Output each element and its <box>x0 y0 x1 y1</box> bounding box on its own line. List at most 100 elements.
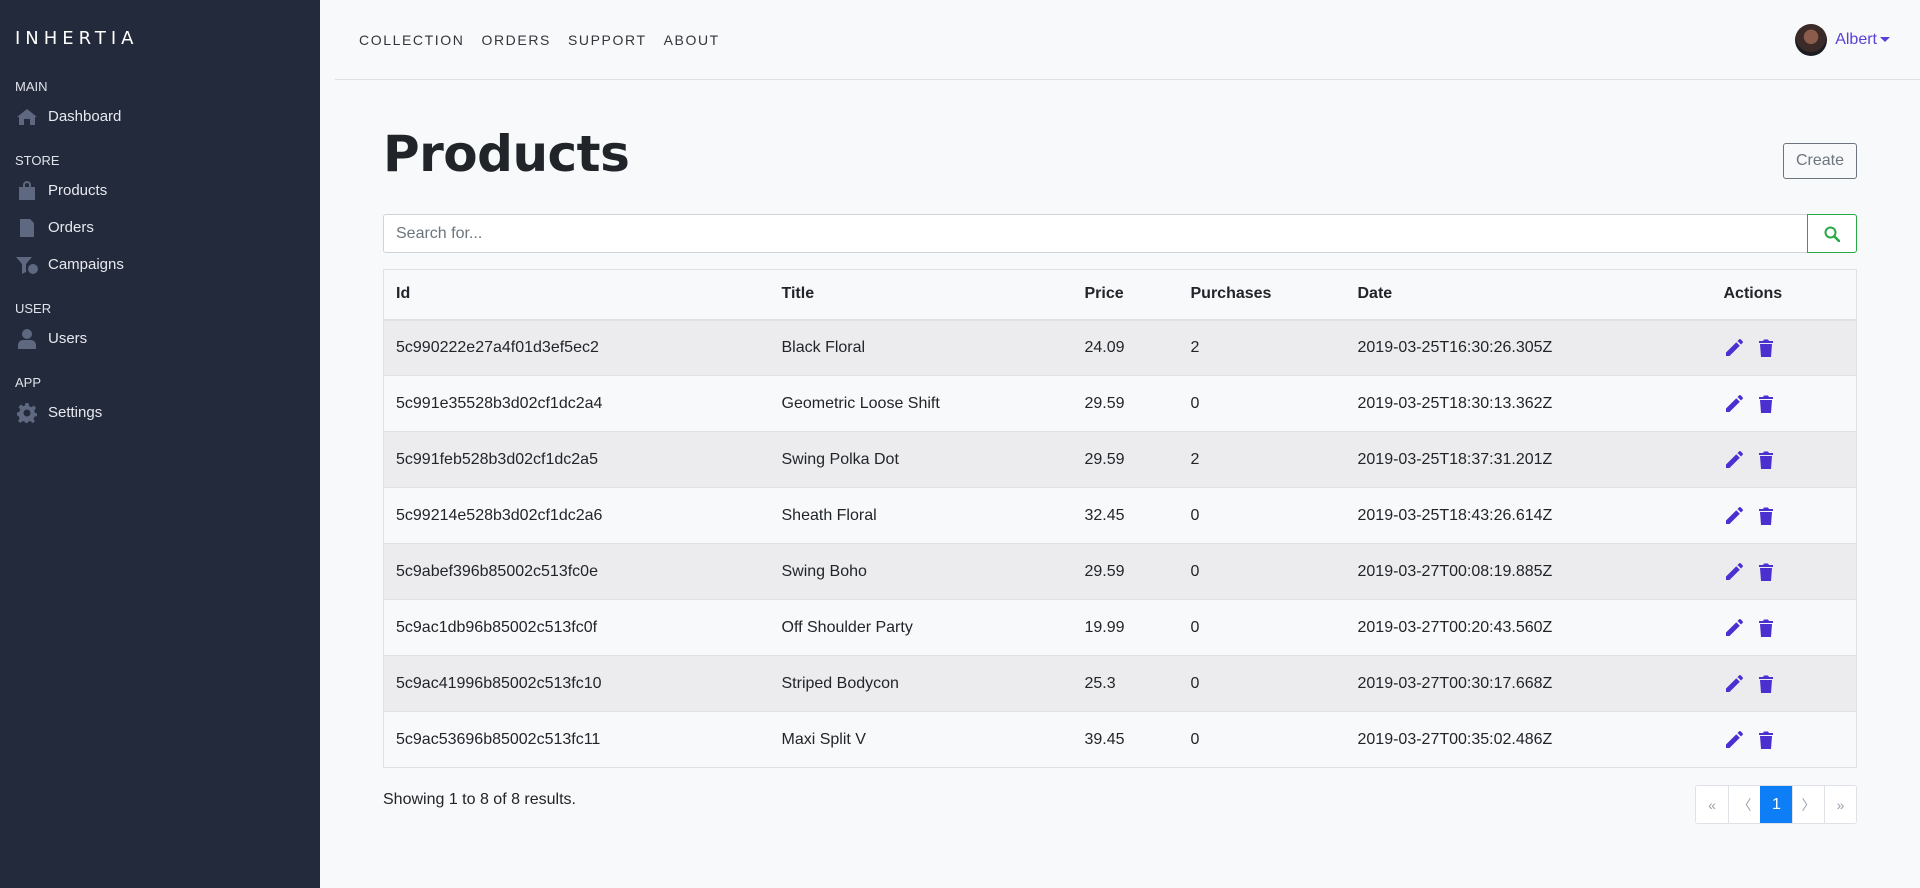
search-input[interactable] <box>383 214 1807 253</box>
trash-icon[interactable] <box>1758 338 1774 358</box>
create-button[interactable]: Create <box>1782 143 1857 179</box>
cell-price: 29.59 <box>1072 543 1179 600</box>
sidebar-item-campaigns[interactable]: Campaigns <box>0 246 320 283</box>
edit-icon[interactable] <box>1724 618 1744 638</box>
sidebar-item-dashboard[interactable]: Dashboard <box>0 98 320 135</box>
trash-icon[interactable] <box>1758 618 1774 638</box>
table-body: 5c990222e27a4f01d3ef5ec2 Black Floral 24.0… <box>383 319 1857 768</box>
sidebar-item-label: Campaigns <box>48 256 124 273</box>
trash-icon[interactable] <box>1758 730 1774 750</box>
table-row[interactable]: 5c9ac41996b85002c513fc10 Striped Bodycon 2… <box>383 655 1857 712</box>
row-actions <box>1724 562 1845 582</box>
trash-icon[interactable] <box>1758 506 1774 526</box>
nav-link-about[interactable]: ABOUT <box>664 32 720 48</box>
nav-section-main: MAIN Dashboard <box>0 79 320 135</box>
home-icon <box>15 106 39 128</box>
column-header-actions: Actions <box>1711 269 1857 321</box>
cell-purchases: 2 <box>1178 431 1346 488</box>
user-icon <box>15 328 39 350</box>
nav-link-collection[interactable]: COLLECTION <box>359 32 464 48</box>
table-row[interactable]: 5c9ac53696b85002c513fc11 Maxi Split V 39.4… <box>383 711 1857 768</box>
shopping-bag-icon <box>15 180 39 202</box>
sidebar-item-products[interactable]: Products <box>0 172 320 209</box>
user-menu[interactable]: Albert <box>1795 23 1890 56</box>
sidebar-item-label: Settings <box>48 404 103 421</box>
page-first-button[interactable]: « <box>1696 786 1728 823</box>
edit-icon[interactable] <box>1724 506 1744 526</box>
cell-title: Swing Boho <box>769 543 1073 600</box>
nav-heading-main: MAIN <box>15 79 48 94</box>
column-header-title[interactable]: Title <box>769 269 1073 321</box>
table-row[interactable]: 5c99214e528b3d02cf1dc2a6 Sheath Floral 32.… <box>383 487 1857 544</box>
top-navbar: COLLECTION ORDERS SUPPORT ABOUT Albert <box>335 0 1920 80</box>
cell-title: Geometric Loose Shift <box>769 375 1073 432</box>
page-prev-button[interactable]: 〈 <box>1728 786 1760 823</box>
trash-icon[interactable] <box>1758 394 1774 414</box>
cell-id: 5c991e35528b3d02cf1dc2a4 <box>383 375 770 432</box>
table-row[interactable]: 5c9ac1db96b85002c513fc0f Off Shoulder Par… <box>383 599 1857 656</box>
page-current-button[interactable]: 1 <box>1760 786 1792 823</box>
trash-icon[interactable] <box>1758 450 1774 470</box>
funnel-dollar-icon <box>15 254 39 276</box>
cell-actions <box>1711 487 1857 544</box>
top-nav: COLLECTION ORDERS SUPPORT ABOUT <box>359 32 720 48</box>
table-row[interactable]: 5c9abef396b85002c513fc0e Swing Boho 29.59 0… <box>383 543 1857 600</box>
cell-price: 29.59 <box>1072 375 1179 432</box>
user-name: Albert <box>1835 30 1877 48</box>
nav-heading-store: STORE <box>15 153 60 168</box>
cell-id: 5c99214e528b3d02cf1dc2a6 <box>383 487 770 544</box>
edit-icon[interactable] <box>1724 562 1744 582</box>
cell-date: 2019-03-25T18:37:31.201Z <box>1345 431 1712 488</box>
cell-title: Swing Polka Dot <box>769 431 1073 488</box>
sidebar-item-users[interactable]: Users <box>0 320 320 357</box>
cell-id: 5c990222e27a4f01d3ef5ec2 <box>383 319 770 376</box>
results-count: Showing 1 to 8 of 8 results. <box>383 790 576 808</box>
cell-purchases: 0 <box>1178 487 1346 544</box>
page-header: Products Create <box>383 129 1857 193</box>
column-header-date[interactable]: Date <box>1345 269 1712 321</box>
trash-icon[interactable] <box>1758 562 1774 582</box>
edit-icon[interactable] <box>1724 730 1744 750</box>
trash-icon[interactable] <box>1758 674 1774 694</box>
edit-icon[interactable] <box>1724 674 1744 694</box>
edit-icon[interactable] <box>1724 450 1744 470</box>
cell-date: 2019-03-27T00:20:43.560Z <box>1345 599 1712 656</box>
sidebar-item-orders[interactable]: Orders <box>0 209 320 246</box>
column-header-price[interactable]: Price <box>1072 269 1179 321</box>
cell-date: 2019-03-27T00:35:02.486Z <box>1345 711 1712 768</box>
nav-link-support[interactable]: SUPPORT <box>568 32 647 48</box>
cell-actions <box>1711 319 1857 376</box>
row-actions <box>1724 730 1845 750</box>
edit-icon[interactable] <box>1724 394 1744 414</box>
table-row[interactable]: 5c991feb528b3d02cf1dc2a5 Swing Polka Dot 2… <box>383 431 1857 488</box>
sidebar-item-settings[interactable]: Settings <box>0 394 320 431</box>
page-next-button[interactable]: 〉 <box>1792 786 1824 823</box>
nav-heading-user: USER <box>15 301 52 316</box>
nav-link-orders[interactable]: ORDERS <box>481 32 551 48</box>
row-actions <box>1724 394 1845 414</box>
cell-date: 2019-03-27T00:30:17.668Z <box>1345 655 1712 712</box>
sidebar-item-label: Dashboard <box>48 108 122 125</box>
brand-logo[interactable]: INHERTIA <box>0 28 320 49</box>
search-button[interactable] <box>1807 214 1857 253</box>
cell-date: 2019-03-25T18:30:13.362Z <box>1345 375 1712 432</box>
cell-id: 5c9ac53696b85002c513fc11 <box>383 711 770 768</box>
row-actions <box>1724 506 1845 526</box>
column-header-purchases[interactable]: Purchases <box>1178 269 1346 321</box>
cell-actions <box>1711 375 1857 432</box>
table-row[interactable]: 5c990222e27a4f01d3ef5ec2 Black Floral 24.0… <box>383 319 1857 376</box>
cell-date: 2019-03-25T18:43:26.614Z <box>1345 487 1712 544</box>
table-header-row: Id Title Price Purchases Date Actions <box>383 269 1857 321</box>
receipt-icon <box>15 217 39 239</box>
row-actions <box>1724 450 1845 470</box>
edit-icon[interactable] <box>1724 338 1744 358</box>
sidebar-item-label: Orders <box>48 219 94 236</box>
cell-actions <box>1711 431 1857 488</box>
cell-price: 19.99 <box>1072 599 1179 656</box>
cell-price: 39.45 <box>1072 711 1179 768</box>
cell-purchases: 2 <box>1178 319 1346 376</box>
page-last-button[interactable]: » <box>1824 786 1856 823</box>
pagination: « 〈 1 〉 » <box>1695 785 1857 824</box>
column-header-id[interactable]: Id <box>383 269 770 321</box>
table-row[interactable]: 5c991e35528b3d02cf1dc2a4 Geometric Loose … <box>383 375 1857 432</box>
